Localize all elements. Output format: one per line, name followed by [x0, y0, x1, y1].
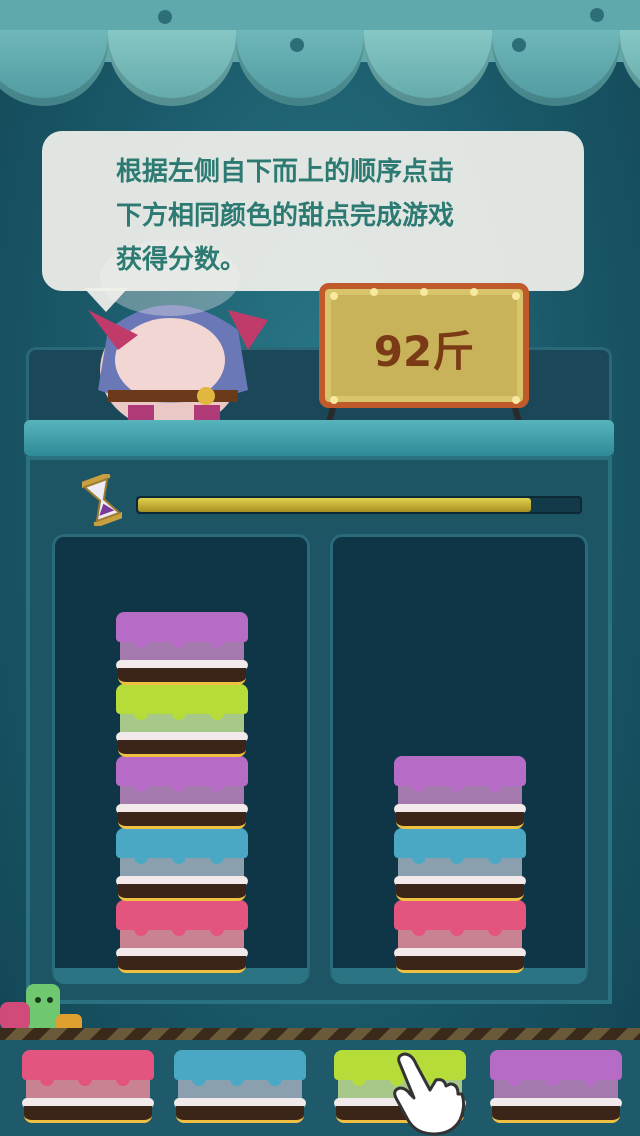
instruction-line-3: 获得分数。 — [116, 245, 247, 275]
character-shelf — [24, 420, 614, 456]
tray-cake-blue-button[interactable] — [172, 1050, 308, 1123]
cake-purple — [392, 756, 528, 829]
cake-purple — [114, 612, 250, 685]
instruction-bubble-tail — [84, 288, 128, 312]
pointing-hand-icon — [393, 1052, 466, 1136]
cake-pink — [114, 900, 250, 973]
cake-purple — [114, 756, 250, 829]
instruction-text: 根据左侧自下而上的顺序点击 下方相同颜色的甜点完成游戏 获得分数。 — [116, 150, 536, 282]
cake-pink — [392, 900, 528, 973]
timer-bar-fill — [138, 498, 532, 512]
instruction-line-1: 根据左侧自下而上的顺序点击 — [116, 157, 455, 187]
cake-blue — [114, 828, 250, 901]
shop-awning — [0, 0, 640, 110]
instruction-line-2: 下方相同颜色的甜点完成游戏 — [116, 201, 455, 231]
tray-cake-purple-button[interactable] — [488, 1050, 624, 1123]
timer-bar — [136, 496, 582, 514]
hourglass-icon — [82, 474, 122, 526]
tray-cake-pink-button[interactable] — [20, 1050, 156, 1123]
cake-blue — [392, 828, 528, 901]
cake-green — [114, 684, 250, 757]
weight-value: 92斤 — [373, 327, 475, 376]
